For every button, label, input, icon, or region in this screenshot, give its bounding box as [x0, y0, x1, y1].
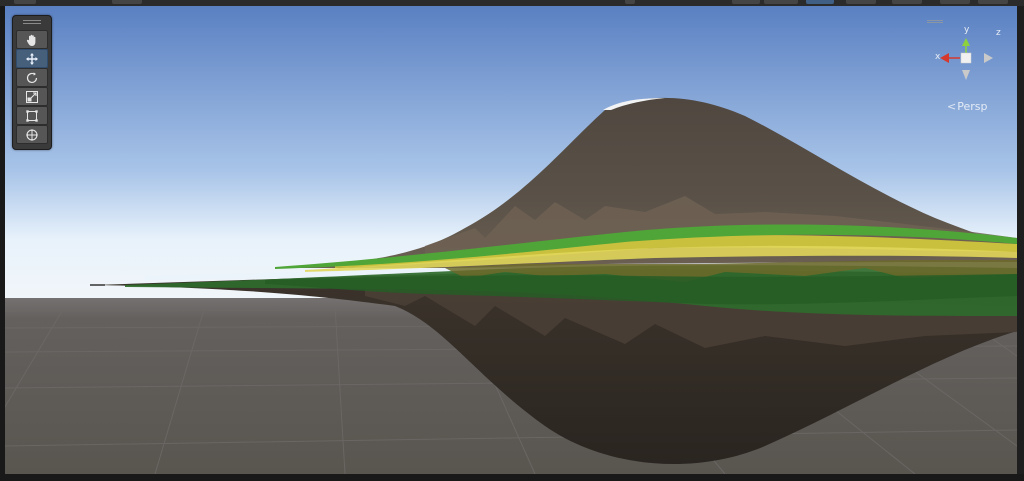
rect-tool-button[interactable]	[16, 106, 48, 125]
gizmo-x-label: x	[935, 52, 941, 62]
window-bottom-bar	[0, 474, 1024, 481]
gizmo-z-label: z	[996, 28, 1001, 38]
scene-render[interactable]	[5, 6, 1017, 474]
tool-palette	[12, 15, 52, 150]
gizmo-neg-y-axis[interactable]	[962, 70, 970, 80]
top-bar-tab[interactable]	[846, 0, 876, 4]
scale-icon	[26, 90, 38, 103]
top-bar-tab[interactable]	[892, 0, 922, 4]
gizmo-center-cube[interactable]	[960, 52, 972, 64]
rotate-tool-button[interactable]	[16, 68, 48, 87]
projection-label: Persp	[957, 100, 988, 113]
gizmo-neg-x-axis[interactable]	[984, 53, 993, 63]
hand-tool-button[interactable]	[16, 30, 48, 49]
top-bar-tab[interactable]	[625, 0, 635, 4]
scene-viewport[interactable]: y x z <Persp	[5, 6, 1017, 474]
top-bar-tab[interactable]	[764, 0, 798, 4]
top-bar-tab[interactable]	[112, 0, 142, 4]
move-tool-button[interactable]	[16, 49, 48, 68]
projection-chevron-icon: <	[947, 100, 957, 113]
scale-tool-button[interactable]	[16, 87, 48, 106]
top-bar-tab[interactable]	[940, 0, 970, 4]
gizmo-x-axis[interactable]	[940, 53, 949, 63]
gizmo-y-axis[interactable]	[962, 38, 970, 46]
transform-tool-button[interactable]	[16, 125, 48, 144]
tool-palette-grip[interactable]	[23, 20, 41, 21]
gizmo-y-label: y	[964, 25, 970, 35]
viewport-right-edge	[1017, 6, 1024, 474]
top-bar-tab[interactable]	[14, 0, 36, 4]
rotate-icon	[26, 71, 38, 83]
rect-icon	[26, 109, 38, 122]
top-bar-tab[interactable]	[978, 0, 1008, 4]
projection-toggle[interactable]: <Persp	[947, 100, 987, 113]
top-bar-tab[interactable]	[732, 0, 760, 4]
top-bar-tab-active[interactable]	[806, 0, 834, 4]
move-icon	[26, 52, 38, 65]
orientation-gizmo: y x z <Persp	[927, 16, 1007, 116]
transform-icon	[26, 128, 38, 141]
hand-icon	[26, 34, 36, 46]
